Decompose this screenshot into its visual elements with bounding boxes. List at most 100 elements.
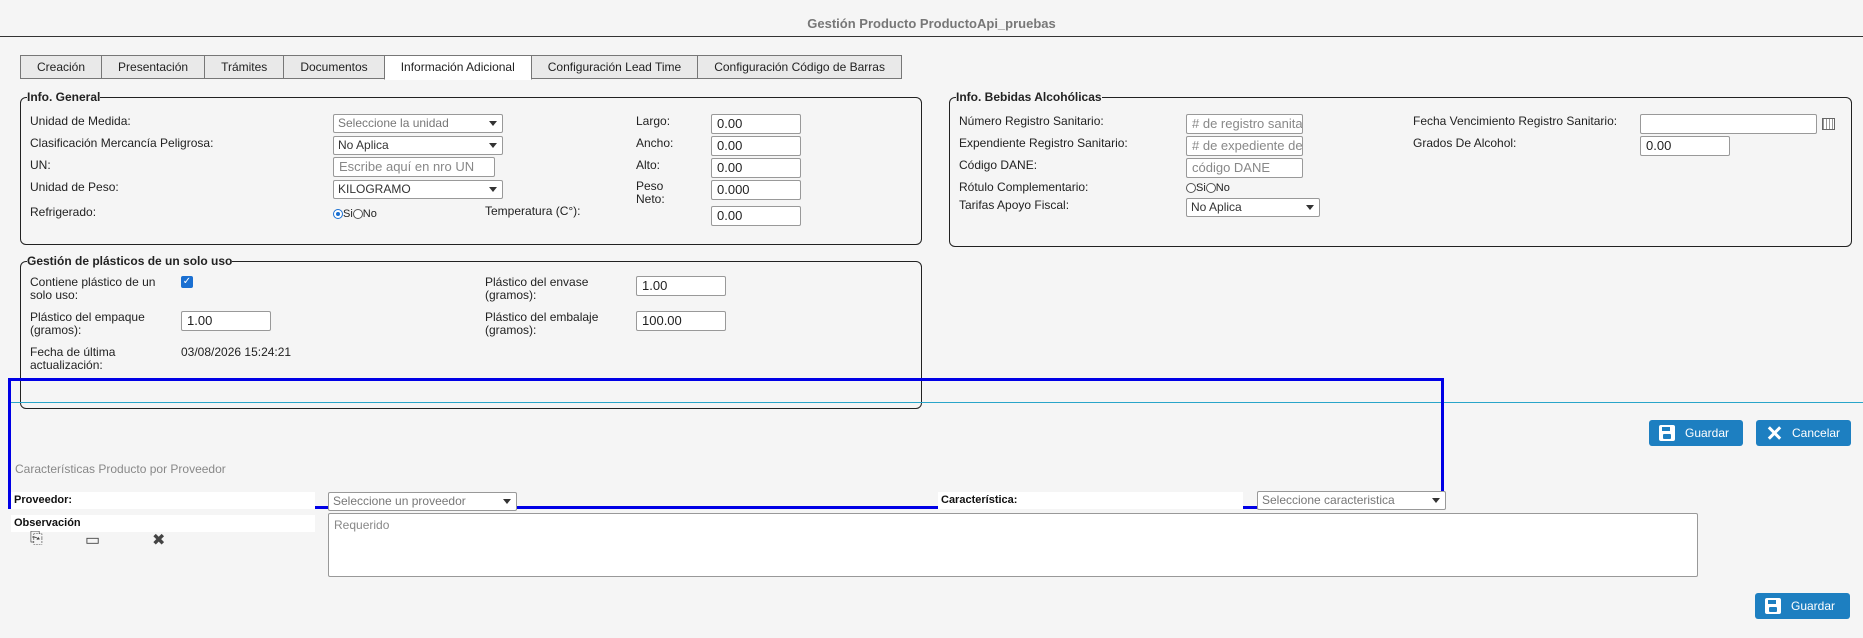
- plastico-envase-label-line1: Plástico del envase: [485, 275, 589, 289]
- plasticos-legend: Gestión de plásticos de un solo uso: [27, 254, 233, 268]
- save-icon: [1765, 598, 1781, 614]
- peso-neto-input[interactable]: 0.000: [711, 180, 801, 200]
- document-icon[interactable]: ⎘: [30, 530, 43, 548]
- fecha-vencimiento-label: Fecha Vencimiento Registro Sanitario:: [1413, 114, 1618, 128]
- chevron-down-icon: [489, 187, 497, 192]
- refrigerado-radio-group: Si No: [333, 208, 377, 220]
- guardar-button-label: Guardar: [1685, 426, 1730, 440]
- peso-neto-label-line2: Neto:: [636, 192, 665, 206]
- rotulo-label: Rótulo Complementario:: [959, 180, 1089, 194]
- tarifas-value: No Aplica: [1191, 200, 1242, 214]
- plastico-embalaje-label-line1: Plástico del embalaje: [485, 310, 599, 324]
- peso-neto-label-line1: Peso: [636, 179, 664, 193]
- caracteristica-select-value: Seleccione caracteristica: [1262, 493, 1395, 507]
- unidad-peso-label: Unidad de Peso:: [30, 180, 119, 194]
- page-title: Gestión Producto ProductoApi_pruebas: [807, 16, 1056, 31]
- ancho-label: Ancho:: [636, 136, 674, 150]
- registro-sanitario-input[interactable]: # de registro sanitario: [1186, 114, 1303, 134]
- alto-input[interactable]: 0.00: [711, 158, 801, 178]
- un-input[interactable]: Escribe aquí en nro UN: [333, 157, 495, 177]
- guardar-button[interactable]: Guardar: [1649, 420, 1743, 446]
- fecha-actualizacion-label: Fecha de última actualización:: [30, 346, 115, 372]
- registro-sanitario-label: Número Registro Sanitario:: [959, 114, 1104, 128]
- chevron-down-icon: [1432, 498, 1440, 503]
- guardar-proveedor-button[interactable]: Guardar: [1755, 593, 1850, 619]
- refrigerado-no-radio[interactable]: [352, 209, 363, 220]
- bebidas-legend: Info. Bebidas Alcohólicas: [956, 90, 1102, 104]
- tab-documentos[interactable]: Documentos: [283, 55, 385, 79]
- close-icon: [1766, 425, 1782, 441]
- plastico-empaque-label: Plástico del empaque (gramos):: [30, 311, 145, 337]
- plastico-empaque-label-line1: Plástico del empaque: [30, 310, 145, 324]
- tab-configuracion-codigo-barras[interactable]: Configuración Código de Barras: [697, 55, 902, 79]
- proveedor-panel: [8, 378, 1444, 509]
- caracteristica-select[interactable]: Seleccione caracteristica: [1257, 491, 1446, 510]
- tab-presentacion[interactable]: Presentación: [101, 55, 206, 79]
- unidad-medida-select[interactable]: Seleccione la unidad: [333, 114, 503, 133]
- proveedor-select[interactable]: Seleccione un proveedor: [328, 492, 517, 511]
- rotulo-si-radio[interactable]: [1186, 183, 1196, 194]
- largo-input[interactable]: 0.00: [711, 114, 801, 134]
- temperatura-label: Temperatura (C°):: [485, 204, 581, 218]
- un-label: UN:: [30, 158, 51, 172]
- contiene-plastico-label-line2: solo uso:: [30, 288, 79, 302]
- codigo-dane-label: Código DANE:: [959, 158, 1038, 172]
- info-general-legend: Info. General: [27, 90, 101, 104]
- expediente-input[interactable]: # de expediente del registro: [1186, 136, 1303, 156]
- plastico-empaque-label-line2: (gramos):: [30, 323, 82, 337]
- grados-alcohol-input[interactable]: 0.00: [1640, 136, 1730, 156]
- contiene-plastico-label: Contiene plástico de un solo uso:: [30, 276, 155, 302]
- grados-alcohol-label: Grados De Alcohol:: [1413, 136, 1517, 150]
- plastico-embalaje-input[interactable]: 100.00: [636, 311, 726, 331]
- guardar-proveedor-button-label: Guardar: [1791, 599, 1836, 613]
- calendar-icon[interactable]: [1822, 118, 1835, 130]
- delete-icon[interactable]: ✖: [152, 530, 165, 550]
- tab-informacion-adicional[interactable]: Información Adicional: [383, 55, 532, 80]
- chevron-down-icon: [489, 121, 497, 126]
- chevron-down-icon: [503, 499, 511, 504]
- largo-label: Largo:: [636, 114, 671, 128]
- temperatura-input[interactable]: 0.00: [711, 206, 801, 226]
- cancelar-button[interactable]: Cancelar: [1756, 420, 1851, 446]
- proveedor-label: Proveedor:: [11, 492, 315, 509]
- plastico-envase-label-line2: (gramos):: [485, 288, 537, 302]
- alto-label: Alto:: [636, 158, 661, 172]
- plastico-envase-label: Plástico del envase (gramos):: [485, 276, 588, 302]
- clasificacion-value: No Aplica: [338, 138, 389, 152]
- refrigerado-no-label: No: [362, 208, 377, 220]
- chevron-down-icon: [489, 143, 497, 148]
- tab-bar: Creación Presentación Trámites Documento…: [20, 55, 902, 80]
- ancho-input[interactable]: 0.00: [711, 136, 801, 156]
- plastico-embalaje-label-line2: (gramos):: [485, 323, 537, 337]
- fecha-actualizacion-value: 03/08/2026 15:24:21: [181, 345, 292, 359]
- refrigerado-si-label: Si: [343, 208, 353, 220]
- clasificacion-select[interactable]: No Aplica: [333, 136, 503, 155]
- refrigerado-si-radio[interactable]: [333, 209, 343, 220]
- contiene-plastico-label-line1: Contiene plástico de un: [30, 275, 156, 289]
- tab-configuracion-lead-time[interactable]: Configuración Lead Time: [530, 55, 699, 79]
- unidad-peso-select[interactable]: KILOGRAMO: [333, 180, 503, 199]
- observacion-textarea[interactable]: Requerido: [328, 513, 1698, 577]
- plastico-empaque-input[interactable]: 1.00: [181, 311, 271, 331]
- fecha-vencimiento-input[interactable]: [1640, 114, 1817, 134]
- title-divider: [0, 36, 1863, 37]
- unidad-peso-value: KILOGRAMO: [338, 182, 411, 196]
- file-icon[interactable]: ▭: [85, 530, 100, 550]
- caracteristica-label: Característica:: [938, 492, 1243, 509]
- plastico-envase-input[interactable]: 1.00: [636, 276, 726, 296]
- expediente-label: Expendiente Registro Sanitario:: [959, 136, 1128, 150]
- contiene-plastico-checkbox[interactable]: ✓: [181, 276, 193, 288]
- rotulo-si-label: Si: [1196, 182, 1206, 194]
- unidad-medida-value: Seleccione la unidad: [338, 116, 449, 130]
- rotulo-radio-group: Si No: [1186, 182, 1230, 194]
- tab-creacion[interactable]: Creación: [20, 55, 103, 79]
- proveedor-select-value: Seleccione un proveedor: [333, 494, 466, 508]
- rotulo-no-radio[interactable]: [1205, 183, 1216, 194]
- tarifas-select[interactable]: No Aplica: [1186, 198, 1320, 217]
- refrigerado-label: Refrigerado:: [30, 205, 97, 219]
- codigo-dane-input[interactable]: código DANE: [1186, 158, 1303, 178]
- tab-tramites[interactable]: Trámites: [204, 55, 285, 79]
- chevron-down-icon: [1306, 205, 1314, 210]
- save-icon: [1659, 425, 1675, 441]
- cancelar-button-label: Cancelar: [1792, 426, 1841, 440]
